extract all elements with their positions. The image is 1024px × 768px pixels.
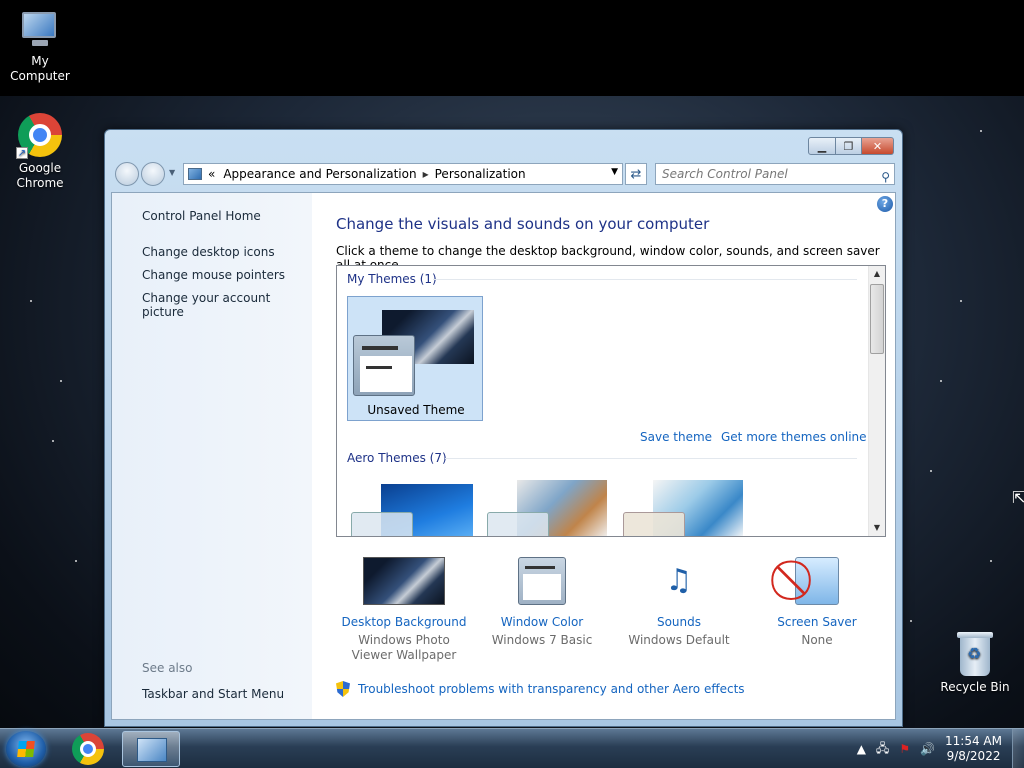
save-theme-link[interactable]: Save theme: [640, 430, 712, 444]
my-themes-group-label: My Themes (1): [347, 272, 437, 286]
shortcut-arrow-icon: ↗: [16, 147, 28, 159]
clock-date: 9/8/2022: [946, 749, 1001, 763]
setting-name: Screen Saver: [777, 615, 857, 629]
theme-window-thumbnail: [623, 512, 685, 536]
group-divider: [433, 279, 857, 280]
desktop-icon-label: Google Chrome: [16, 161, 64, 190]
setting-name: Window Color: [500, 615, 584, 629]
navigation-bar: ▼ « Appearance and Personalization ▸ Per…: [113, 162, 895, 186]
restore-icon: ❐: [843, 139, 854, 153]
scroll-up-icon[interactable]: ▲: [869, 266, 885, 282]
shield-icon: [336, 681, 350, 697]
refresh-icon: ⇄: [630, 166, 642, 182]
search-input[interactable]: Search Control Panel ⚲: [655, 163, 895, 185]
setting-value: Windows Default: [628, 633, 730, 647]
close-icon: ✕: [872, 139, 883, 153]
setting-name: Sounds: [656, 615, 702, 629]
action-center-flag-icon[interactable]: ⚑: [899, 742, 910, 756]
change-desktop-icons-link[interactable]: Change desktop icons: [142, 245, 275, 259]
breadcrumb-item-personalization[interactable]: Personalization: [435, 167, 526, 181]
page-title: Change the visuals and sounds on your co…: [336, 215, 710, 233]
get-more-themes-link[interactable]: Get more themes online: [721, 430, 867, 444]
desktop-icon-google-chrome[interactable]: ↗ Google Chrome: [0, 113, 80, 191]
window-color-icon: [518, 557, 566, 605]
setting-value: None: [801, 633, 833, 647]
mouse-cursor-icon: ⇱: [1012, 488, 1024, 507]
change-account-picture-link[interactable]: Change your account picture: [142, 291, 312, 319]
recycle-bin-icon: [957, 632, 993, 676]
minimize-button[interactable]: ▁: [808, 137, 836, 155]
themes-scrollbar[interactable]: ▲ ▼: [868, 266, 885, 536]
theme-window-thumbnail: [353, 335, 415, 396]
computer-icon: [18, 10, 62, 50]
aero-themes-group-label: Aero Themes (7): [347, 451, 447, 465]
volume-icon[interactable]: 🔊: [920, 742, 935, 756]
show-hidden-icons-icon[interactable]: ▲: [857, 742, 866, 756]
theme-window-thumbnail: [351, 512, 413, 536]
troubleshoot-label: Troubleshoot problems with transparency …: [358, 682, 745, 696]
start-button[interactable]: [6, 731, 46, 767]
breadcrumb-overflow[interactable]: «: [208, 167, 215, 181]
search-placeholder: Search Control Panel: [662, 167, 788, 181]
recent-pages-dropdown[interactable]: ▼: [169, 168, 175, 177]
desktop-icon-recycle-bin[interactable]: Recycle Bin: [935, 632, 1015, 695]
desktop-icon-label: My Computer: [10, 54, 70, 83]
sounds-setting[interactable]: ♫ Sounds Windows Default: [611, 557, 747, 648]
taskbar: ▲ 🖧 ⚑ 🔊 11:54 AM 9/8/2022: [0, 728, 1024, 768]
desktop-top-band: [0, 0, 1024, 96]
minimize-icon: ▁: [817, 139, 827, 153]
address-dropdown-icon[interactable]: ▼: [611, 167, 618, 177]
see-also-label: See also: [142, 661, 193, 675]
setting-value: Windows 7 Basic: [491, 633, 593, 647]
window-controls: ▁ ❐ ✕: [808, 137, 894, 155]
group-divider: [445, 458, 857, 459]
theme-unsaved[interactable]: Unsaved Theme: [347, 296, 483, 421]
forward-button[interactable]: [141, 162, 165, 186]
left-pane: Control Panel Home Change desktop icons …: [112, 193, 312, 719]
window-color-setting[interactable]: Window Color Windows 7 Basic: [474, 557, 610, 648]
themes-list[interactable]: My Themes (1) Unsaved Theme Save theme G…: [336, 265, 886, 537]
maximize-button[interactable]: ❐: [836, 137, 862, 155]
clock-time: 11:54 AM: [945, 734, 1002, 748]
desktop-background-icon: [363, 557, 445, 605]
control-panel-icon: [188, 168, 202, 180]
help-icon: ?: [881, 197, 889, 210]
setting-value: Windows Photo Viewer Wallpaper: [351, 633, 457, 662]
show-desktop-button[interactable]: [1012, 729, 1024, 768]
search-icon[interactable]: ⚲: [881, 167, 890, 187]
desktop-icon-label: Recycle Bin: [940, 680, 1010, 694]
close-button[interactable]: ✕: [862, 137, 894, 155]
theme-label: Unsaved Theme: [367, 403, 465, 417]
refresh-button[interactable]: ⇄: [625, 163, 647, 185]
scroll-down-icon[interactable]: ▼: [869, 520, 885, 536]
system-tray: ▲ 🖧 ⚑ 🔊 11:54 AM 9/8/2022: [857, 729, 1024, 768]
address-bar[interactable]: « Appearance and Personalization ▸ Perso…: [183, 163, 623, 185]
screen-saver-setting[interactable]: Screen Saver None: [749, 557, 885, 648]
help-button[interactable]: ?: [877, 196, 893, 212]
scroll-thumb[interactable]: [870, 284, 884, 354]
taskbar-chrome-icon[interactable]: [72, 733, 104, 765]
taskbar-control-panel-button[interactable]: [122, 731, 180, 767]
desktop-icon-my-computer[interactable]: My Computer: [0, 10, 80, 84]
personalization-window: ▁ ❐ ✕ ▼ « Appearance and Personalization…: [104, 129, 903, 727]
setting-name: Desktop Background: [341, 615, 467, 629]
taskbar-start-menu-link[interactable]: Taskbar and Start Menu: [142, 687, 284, 701]
back-button[interactable]: [115, 162, 139, 186]
desktop-background-setting[interactable]: Desktop Background Windows Photo Viewer …: [336, 557, 472, 663]
screen-saver-icon: [795, 557, 839, 605]
control-panel-home-link[interactable]: Control Panel Home: [142, 209, 261, 223]
network-icon[interactable]: 🖧: [876, 739, 889, 760]
window-content: Control Panel Home Change desktop icons …: [111, 192, 896, 720]
theme-window-thumbnail: [487, 512, 549, 536]
change-mouse-pointers-link[interactable]: Change mouse pointers: [142, 268, 285, 282]
breadcrumb-item-appearance[interactable]: Appearance and Personalization: [223, 167, 416, 181]
sounds-icon: ♫: [665, 563, 693, 598]
breadcrumb-separator-icon[interactable]: ▸: [423, 167, 429, 181]
chrome-icon: ↗: [16, 113, 62, 159]
troubleshoot-link[interactable]: Troubleshoot problems with transparency …: [336, 681, 745, 697]
clock[interactable]: 11:54 AM 9/8/2022: [945, 734, 1002, 764]
